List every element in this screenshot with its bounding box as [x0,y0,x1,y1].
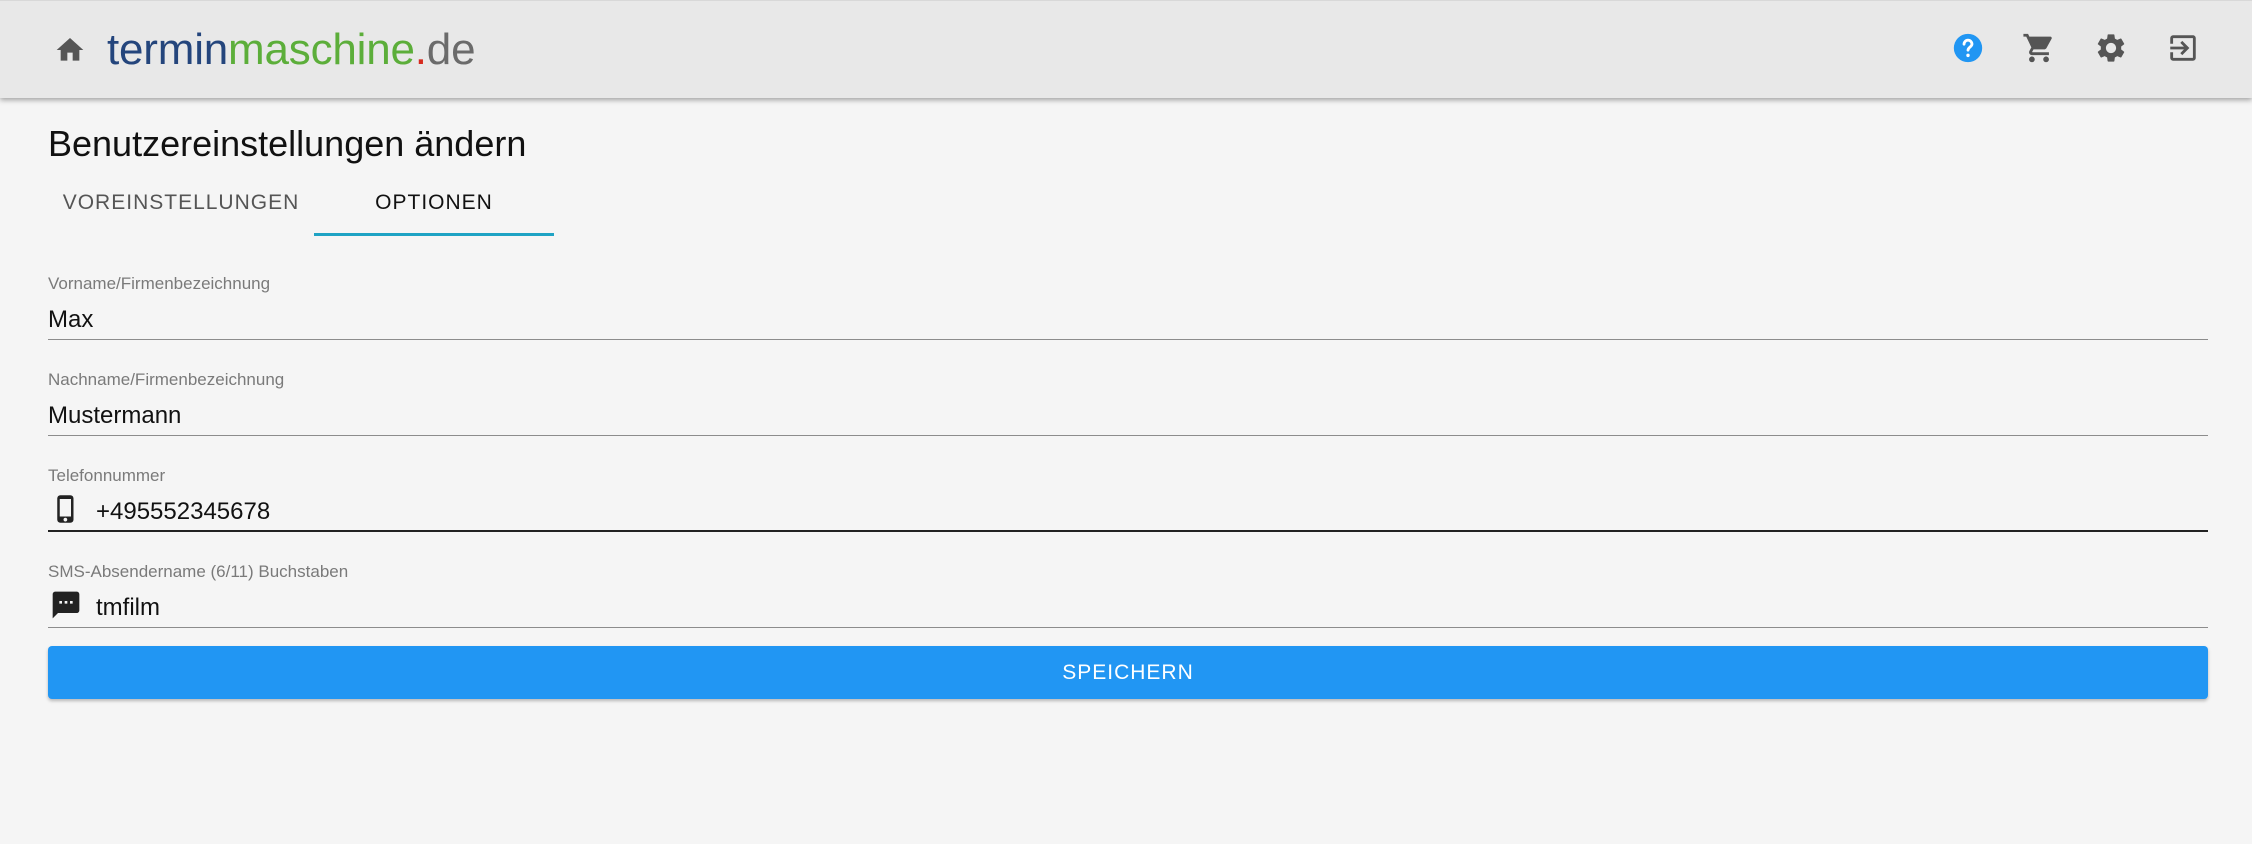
tab-label: OPTIONEN [375,191,493,214]
tab-label: VOREINSTELLUNGEN [62,191,300,214]
first-name-value: Max [48,306,94,333]
sms-icon [50,588,82,622]
smartphone-icon [50,492,82,526]
tab-optionen[interactable]: OPTIONEN [314,170,554,236]
save-button-label: SPEICHERN [1062,660,1194,684]
cart-icon [2022,31,2056,70]
logout-icon [2166,31,2200,70]
settings-button[interactable] [2092,31,2130,69]
help-icon [1951,31,1985,70]
logo[interactable]: terminmaschine.de [107,23,476,77]
phone-value: +495552345678 [96,498,271,525]
sms-sender-value: tmfilm [96,594,160,621]
sms-sender-input[interactable]: tmfilm [48,582,2208,628]
last-name-input[interactable]: Mustermann [48,390,2208,436]
logo-part-maschine: maschine [228,25,415,74]
last-name-value: Mustermann [48,402,182,429]
home-icon [54,34,86,71]
first-name-input[interactable]: Max [48,294,2208,340]
page-title: Benutzereinstellungen ändern [48,123,527,164]
logo-part-de: de [426,25,476,74]
last-name-label: Nachname/Firmenbezeichnung [48,370,285,389]
phone-input[interactable]: +495552345678 [48,486,2208,532]
cart-button[interactable] [2020,31,2058,69]
logo-part-termin: termin [107,25,229,74]
tab-voreinstellungen[interactable]: VOREINSTELLUNGEN [48,170,314,236]
logout-button[interactable] [2164,31,2202,69]
logo-part-dot: . [414,25,427,74]
home-button[interactable] [52,34,88,70]
save-button[interactable]: SPEICHERN [48,646,2208,699]
first-name-label: Vorname/Firmenbezeichnung [48,274,271,293]
sms-sender-label: SMS-Absendername (6/11) Buchstaben [48,562,349,581]
help-button[interactable] [1949,31,1987,69]
app-bar: terminmaschine.de [0,0,2252,98]
gear-icon [2094,31,2128,70]
phone-label: Telefonnummer [48,466,166,485]
tab-active-indicator [314,233,554,236]
